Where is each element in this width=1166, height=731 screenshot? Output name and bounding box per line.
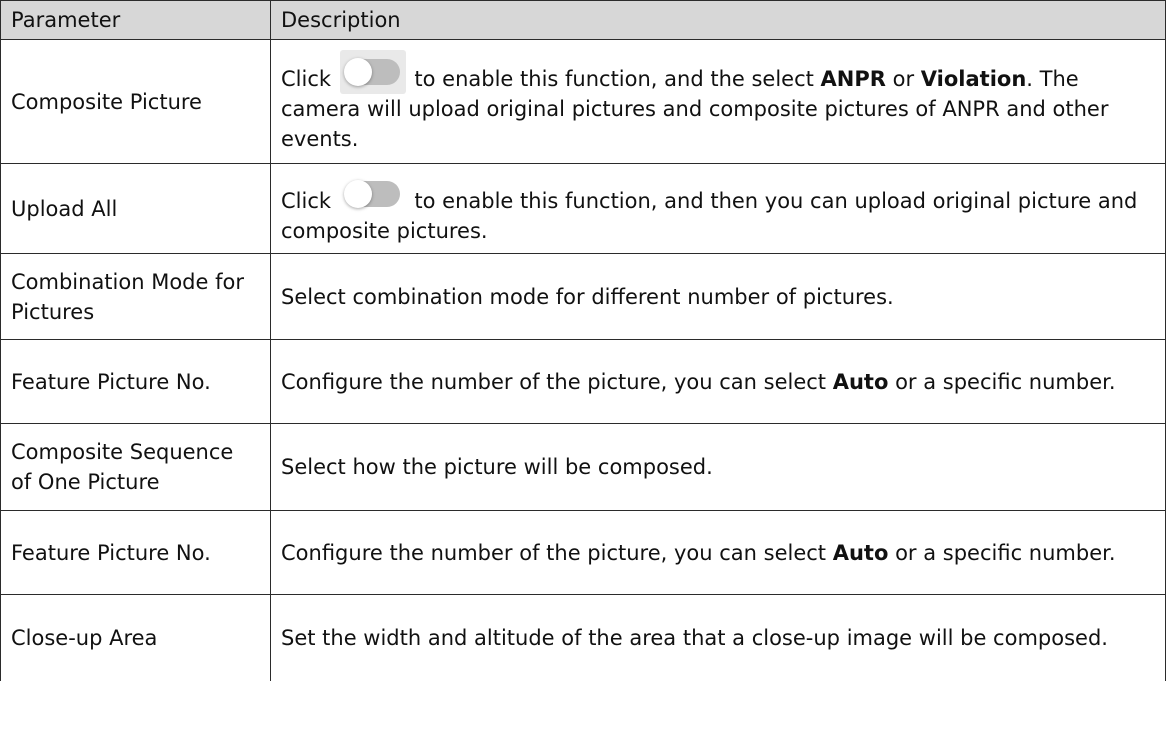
table-row: Upload All Click to enable this function… — [0, 163, 1166, 254]
table-row: Close-up Area Set the width and altitude… — [0, 594, 1166, 681]
table-row: Composite Sequence of One Picture Select… — [0, 423, 1166, 511]
row-parameter: Composite Sequence of One Picture — [0, 423, 271, 511]
desc-bold-anpr: ANPR — [820, 66, 886, 91]
toggle-switch-icon — [340, 172, 406, 216]
table-row: Feature Picture No. Configure the number… — [0, 339, 1166, 424]
row-parameter: Composite Picture — [0, 39, 271, 164]
desc-text: or a specific number. — [888, 540, 1116, 565]
row-parameter: Close-up Area — [0, 594, 271, 681]
toggle-knob — [343, 179, 372, 208]
table-row: Combination Mode for Pictures Select com… — [0, 253, 1166, 340]
table-header-row: Parameter Description — [0, 0, 1166, 40]
desc-text: Configure the number of the picture, you… — [281, 369, 833, 394]
desc-text: or a specific number. — [888, 369, 1116, 394]
row-description: Configure the number of the picture, you… — [270, 510, 1166, 595]
row-description: Click to enable this function, and the s… — [270, 39, 1166, 164]
row-description: Select combination mode for different nu… — [270, 253, 1166, 340]
row-description: Set the width and altitude of the area t… — [270, 594, 1166, 681]
row-parameter: Feature Picture No. — [0, 339, 271, 424]
desc-bold-auto: Auto — [832, 369, 889, 394]
header-description: Description — [270, 0, 1166, 40]
row-description: Select how the picture will be composed. — [270, 423, 1166, 511]
desc-text: to enable this function, and then you ca… — [281, 188, 1138, 243]
row-parameter: Combination Mode for Pictures — [0, 253, 271, 340]
row-parameter: Feature Picture No. — [0, 510, 271, 595]
desc-text: or — [885, 66, 921, 91]
toggle-switch-icon — [339, 49, 406, 94]
desc-bold-auto: Auto — [832, 540, 889, 565]
click-text: Click — [281, 66, 332, 91]
row-description: Click to enable this function, and then … — [270, 163, 1166, 254]
toggle-knob — [343, 57, 372, 86]
table-row: Composite Picture Click to enable this f… — [0, 39, 1166, 164]
desc-text: Configure the number of the picture, you… — [281, 540, 833, 565]
header-parameter: Parameter — [0, 0, 271, 40]
desc-text: to enable this function, and the select — [407, 66, 821, 91]
table-row: Feature Picture No. Configure the number… — [0, 510, 1166, 595]
row-parameter: Upload All — [0, 163, 271, 254]
row-description: Configure the number of the picture, you… — [270, 339, 1166, 424]
desc-bold-violation: Violation — [920, 66, 1027, 91]
click-text: Click — [281, 188, 332, 213]
parameter-table: Parameter Description Composite Picture … — [0, 0, 1166, 681]
